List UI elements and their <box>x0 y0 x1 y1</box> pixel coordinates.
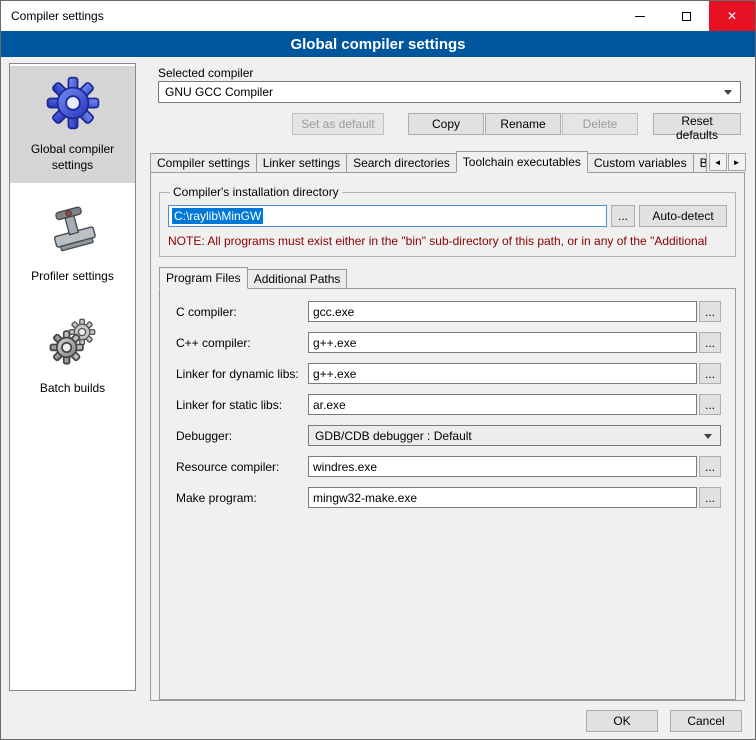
rename-button[interactable]: Rename <box>485 113 561 135</box>
installation-directory-group: Compiler's installation directory C:\ray… <box>159 185 736 257</box>
linker-static-input[interactable] <box>308 394 697 415</box>
tab-scroll-left-button[interactable]: ◄ <box>709 153 727 171</box>
sidebar-item-profiler-settings[interactable]: Profiler settings <box>10 193 135 294</box>
compiler-settings-window: Compiler settings ✕ Global compiler sett… <box>0 0 756 740</box>
compiler-actions: Set as default Copy Rename Delete Reset … <box>158 113 741 135</box>
c-compiler-row: C compiler: ... <box>176 301 721 322</box>
make-program-row: Make program: ... <box>176 487 721 508</box>
main-panel: Selected compiler GNU GCC Compiler Set a… <box>146 63 749 703</box>
titlebar: Compiler settings ✕ <box>1 1 755 31</box>
cpp-compiler-browse-button[interactable]: ... <box>699 332 721 353</box>
linker-static-label: Linker for static libs: <box>176 398 308 412</box>
program-files-tabstrip: Program Files Additional Paths <box>159 267 736 289</box>
program-files-panel: C compiler: ... C++ compiler: ... Linker… <box>159 288 736 700</box>
resource-compiler-label: Resource compiler: <box>176 460 308 474</box>
set-as-default-button[interactable]: Set as default <box>292 113 384 135</box>
resource-compiler-row: Resource compiler: ... <box>176 456 721 477</box>
tab-build-options-clipped[interactable]: Buil <box>693 153 707 173</box>
maximize-icon <box>682 12 691 21</box>
arrow-left-icon: ◄ <box>714 158 722 167</box>
debugger-label: Debugger: <box>176 429 308 443</box>
tab-linker-settings[interactable]: Linker settings <box>256 153 347 173</box>
maximize-button[interactable] <box>663 1 709 31</box>
c-compiler-input[interactable] <box>308 301 697 322</box>
resource-compiler-browse-button[interactable]: ... <box>699 456 721 477</box>
sidebar-item-label: Batch builds <box>40 380 105 396</box>
settings-category-list: Global compiler settings Profiler settin… <box>9 63 136 691</box>
make-program-input[interactable] <box>308 487 697 508</box>
tab-custom-variables[interactable]: Custom variables <box>587 153 694 173</box>
make-program-label: Make program: <box>176 491 308 505</box>
gears-icon <box>44 313 102 371</box>
delete-button[interactable]: Delete <box>562 113 638 135</box>
sidebar-item-global-compiler-settings[interactable]: Global compiler settings <box>10 66 135 183</box>
tab-compiler-settings[interactable]: Compiler settings <box>150 153 257 173</box>
linker-static-browse-button[interactable]: ... <box>699 394 721 415</box>
minimize-button[interactable] <box>617 1 663 31</box>
chevron-down-icon <box>704 434 712 439</box>
dialog-header: Global compiler settings <box>1 31 755 57</box>
sidebar-item-batch-builds[interactable]: Batch builds <box>10 305 135 406</box>
cpp-compiler-input[interactable] <box>308 332 697 353</box>
linker-dynamic-browse-button[interactable]: ... <box>699 363 721 384</box>
ok-button[interactable]: OK <box>586 710 658 732</box>
cancel-button[interactable]: Cancel <box>670 710 742 732</box>
tab-scroll-controls: ◄ ► <box>708 153 746 171</box>
c-compiler-browse-button[interactable]: ... <box>699 301 721 322</box>
c-compiler-label: C compiler: <box>176 305 308 319</box>
installation-directory-legend: Compiler's installation directory <box>170 185 342 199</box>
cpp-compiler-row: C++ compiler: ... <box>176 332 721 353</box>
tab-additional-paths[interactable]: Additional Paths <box>247 269 348 289</box>
settings-tabstrip: Compiler settings Linker settings Search… <box>150 151 745 173</box>
window-title: Compiler settings <box>1 9 104 23</box>
linker-dynamic-label: Linker for dynamic libs: <box>176 367 308 381</box>
linker-static-row: Linker for static libs: ... <box>176 394 721 415</box>
tab-scroll-right-button[interactable]: ► <box>728 153 746 171</box>
toolchain-executables-panel: Compiler's installation directory C:\ray… <box>150 172 745 701</box>
installation-directory-input[interactable]: C:\raylib\MinGW <box>168 205 607 227</box>
installation-directory-row: C:\raylib\MinGW ... Auto-detect <box>168 205 727 227</box>
gear-icon <box>44 74 102 132</box>
tab-program-files[interactable]: Program Files <box>159 267 248 289</box>
selected-compiler-label: Selected compiler <box>158 66 253 80</box>
tab-toolchain-executables[interactable]: Toolchain executables <box>456 151 588 173</box>
close-button[interactable]: ✕ <box>709 1 755 31</box>
arrow-right-icon: ► <box>733 158 741 167</box>
bin-subdirectory-note: NOTE: All programs must exist either in … <box>168 234 727 248</box>
reset-defaults-button[interactable]: Reset defaults <box>653 113 741 135</box>
linker-dynamic-row: Linker for dynamic libs: ... <box>176 363 721 384</box>
selected-text: C:\raylib\MinGW <box>172 208 263 224</box>
sidebar-item-label: Profiler settings <box>31 268 114 284</box>
window-controls: ✕ <box>617 1 755 31</box>
copy-button[interactable]: Copy <box>408 113 484 135</box>
resource-compiler-input[interactable] <box>308 456 697 477</box>
minimize-icon <box>635 16 645 17</box>
make-program-browse-button[interactable]: ... <box>699 487 721 508</box>
debugger-row: Debugger: GDB/CDB debugger : Default <box>176 425 721 446</box>
debugger-dropdown[interactable]: GDB/CDB debugger : Default <box>308 425 721 446</box>
selected-compiler-dropdown[interactable]: GNU GCC Compiler <box>158 81 741 103</box>
auto-detect-button[interactable]: Auto-detect <box>639 205 727 227</box>
selected-compiler-value: GNU GCC Compiler <box>165 85 273 99</box>
linker-dynamic-input[interactable] <box>308 363 697 384</box>
sidebar-item-label: Global compiler settings <box>14 141 131 173</box>
debugger-value: GDB/CDB debugger : Default <box>315 429 472 443</box>
close-icon: ✕ <box>727 9 737 23</box>
browse-directory-button[interactable]: ... <box>611 205 635 227</box>
chevron-down-icon <box>724 90 732 95</box>
profiler-tool-icon <box>44 201 102 259</box>
tab-search-directories[interactable]: Search directories <box>346 153 457 173</box>
cpp-compiler-label: C++ compiler: <box>176 336 308 350</box>
